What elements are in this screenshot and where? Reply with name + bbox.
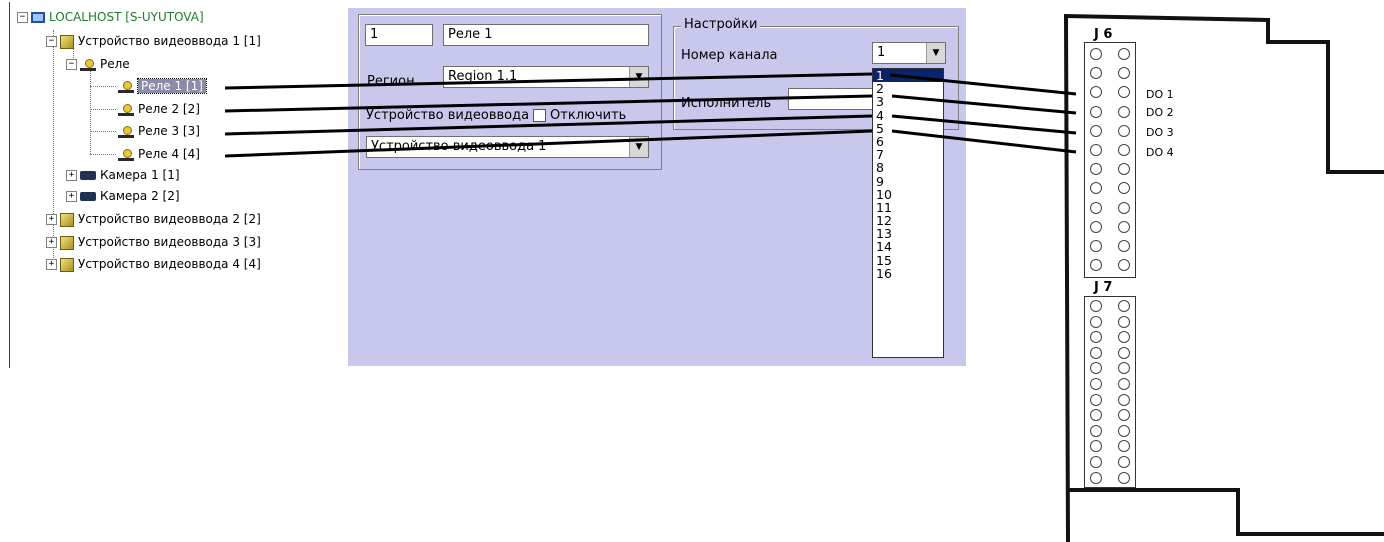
channel-4-wire [891,129,1077,154]
connector-pin [1090,378,1102,390]
do-label: DO 2 [1146,106,1174,119]
connector-pin [1118,315,1130,328]
connector-pin [1090,124,1102,137]
connector-pin [1090,48,1102,60]
relay-4-wire [224,129,873,158]
do-label: DO 3 [1146,126,1174,139]
do-label: DO 4 [1146,146,1174,159]
wiring-overlay [224,13,1384,542]
connector-pin [1118,424,1130,437]
connector-pin [1090,393,1102,406]
connector-pin [1118,456,1130,468]
connector-pin [1118,300,1130,312]
connector-pin [1090,144,1102,156]
channel-1-wire [889,73,1077,96]
connector-pin [1118,346,1130,359]
connector-pin [1118,124,1130,137]
relay-2-wire [224,94,873,113]
connector-pin [1090,424,1102,437]
connector-pin [1090,105,1102,118]
relay-3-wire [224,114,873,136]
connector-pin [1118,48,1130,60]
connector-pin [1118,378,1130,390]
connector-pin [1090,220,1102,233]
connector-pin [1118,201,1130,214]
channel-2-wire [891,94,1077,115]
connector-pin [1090,240,1102,252]
connector-pin [1118,144,1130,156]
connector-pin [1090,201,1102,214]
board-outline [1068,488,1384,536]
j6-label: J 6 [1094,27,1113,42]
connector-pin [1118,393,1130,406]
connector-pin [1118,220,1130,233]
connector-pin [1118,240,1130,252]
connector-pin [1090,456,1102,468]
connector-pin [1090,346,1102,359]
connector-pin [1090,300,1102,312]
channel-3-wire [891,114,1077,135]
relay-1-wire [224,72,873,90]
j7-label: J 7 [1094,280,1113,295]
connector-pin [1118,105,1130,118]
connector-pin [1090,471,1102,484]
connector-pin [1118,471,1130,484]
do-label: DO 1 [1146,88,1174,101]
connector-pin [1090,315,1102,328]
